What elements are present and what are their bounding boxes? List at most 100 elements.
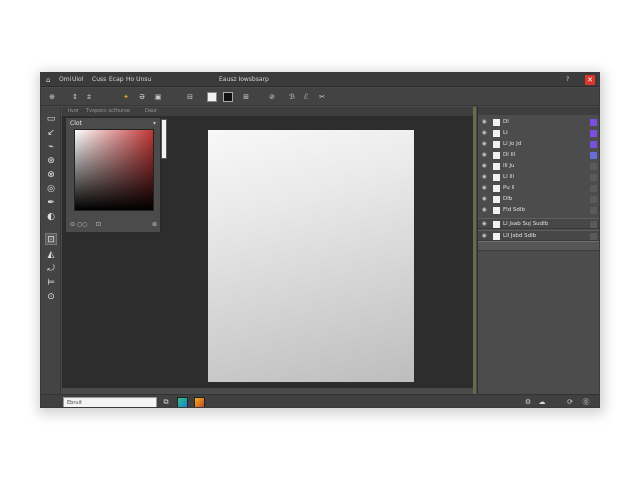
hue-slider[interactable] xyxy=(161,119,167,159)
layer-name: Fld Sdlb xyxy=(503,207,525,213)
visibility-eye-icon[interactable]: ◉ xyxy=(482,128,487,139)
chevron-down-icon[interactable]: ▾ xyxy=(153,120,156,127)
gradient-tool-icon[interactable]: ◭ xyxy=(45,249,57,261)
menu-item[interactable]: Cuss xyxy=(92,76,106,84)
visibility-eye-icon[interactable]: ◉ xyxy=(482,139,487,150)
visibility-eye-icon[interactable]: ◉ xyxy=(482,205,487,216)
stamp-tool-icon[interactable]: ⊛ xyxy=(45,155,57,167)
tab-document[interactable]: Tvopocc scthurse xyxy=(86,108,130,114)
layer-name: Ll Jsab Suj Sudlb xyxy=(503,221,549,227)
help-menu-icon[interactable]: ? xyxy=(566,76,569,84)
layer-color-tag xyxy=(590,207,597,214)
frame-icon[interactable]: ▣ xyxy=(153,91,163,103)
align-icon[interactable]: ⊟ xyxy=(185,91,195,103)
visibility-eye-icon[interactable]: ◉ xyxy=(482,150,487,161)
pen-tool-icon[interactable]: ✒ xyxy=(45,197,57,209)
visibility-eye-icon[interactable]: ◉ xyxy=(482,194,487,205)
layer-row[interactable]: ◉ Ll Ill xyxy=(478,172,599,183)
layer-thumbnail xyxy=(493,130,500,137)
settings-icon[interactable]: ⚙ xyxy=(523,397,533,407)
layer-name: Ll Ill xyxy=(503,174,515,180)
status-bar: Ebruit ⧉ ⚙ ☁ ⟳ ⓪ xyxy=(41,394,599,407)
layer-row[interactable]: ◉ Ll Jo Jd xyxy=(478,139,599,150)
app-icon[interactable]: ⌂ xyxy=(46,76,50,84)
layer-thumbnail xyxy=(493,196,500,203)
options-bar: ⊕ ↕ ⩲ ✦ Ə ▣ ⊟ ⊞ ⊘ ℬ ℰ ✂ xyxy=(41,88,599,106)
tab-document[interactable]: Iivor xyxy=(68,108,79,114)
cut-icon[interactable]: ✂ xyxy=(317,91,327,103)
move-tool-icon[interactable]: ⊕ xyxy=(46,91,58,103)
layer-row[interactable]: ◉ Ill Ju xyxy=(478,161,599,172)
layer-row[interactable]: ◉ Fld Sdlb xyxy=(478,205,599,216)
visibility-eye-icon[interactable]: ◉ xyxy=(482,183,487,194)
visibility-eye-icon[interactable]: ◉ xyxy=(482,161,487,172)
layer-row[interactable]: ◉ Dl xyxy=(478,117,599,128)
layer-toggle-icon[interactable]: ℰ xyxy=(301,91,311,103)
layer-row[interactable]: ◉ Dl Ill xyxy=(478,150,599,161)
swap-icon[interactable]: ⊡ xyxy=(96,221,101,228)
layer-row[interactable]: ◉ Pu ll xyxy=(478,183,599,194)
visibility-eye-icon[interactable]: ◉ xyxy=(482,172,487,183)
color-picker-field[interactable] xyxy=(74,129,154,211)
layer-name: Ill Ju xyxy=(503,163,515,169)
visibility-eye-icon[interactable]: ◉ xyxy=(482,117,487,128)
app-launcher-orange-icon[interactable] xyxy=(194,397,205,407)
status-input-field[interactable]: Ebruit xyxy=(63,397,157,407)
layers-panel: ◉ Dl ◉ Ll ◉ Ll Jo Jd ◉ Dl Ill ◉ Ill Ju ◉ Ll Ill ◉ Pu … xyxy=(477,107,599,394)
layer-thumbnail xyxy=(493,233,500,240)
panel-divider[interactable] xyxy=(478,241,599,251)
blur-tool-icon[interactable]: ◎ xyxy=(45,183,57,195)
layer-color-tag xyxy=(590,130,597,137)
menu-item[interactable]: Ho Unsu xyxy=(126,76,151,84)
layer-thumbnail xyxy=(493,152,500,159)
close-button[interactable]: ✕ xyxy=(585,75,595,85)
layer-color-tag xyxy=(590,233,597,240)
history-tool-icon[interactable]: ⊗ xyxy=(45,169,57,181)
layer-row[interactable]: ◉ Ll xyxy=(478,128,599,139)
menu-item[interactable]: Omi xyxy=(59,76,71,84)
layer-group-row[interactable]: ◉ Ll Jsab Suj Sudlb xyxy=(478,218,599,230)
background-swatch[interactable] xyxy=(223,92,233,102)
layer-name: Pu ll xyxy=(503,185,515,191)
text-tool-icon[interactable]: Ə xyxy=(137,91,147,103)
cloud-icon[interactable]: ☁ xyxy=(537,397,547,407)
layer-color-tag xyxy=(590,152,597,159)
menu-item[interactable]: Ecap xyxy=(109,76,124,84)
tool-strip: ▭ ↙ ⌁ ⊛ ⊗ ◎ ✒ ◐ ⊡ ◭ ⤾ ⊨ ⊙ xyxy=(41,107,61,394)
visibility-eye-icon[interactable]: ◉ xyxy=(482,219,487,230)
vertical-ruler xyxy=(473,107,476,394)
color-panel-title: Clot xyxy=(70,120,82,127)
marquee-tool-icon[interactable]: ▭ xyxy=(45,113,57,125)
help-icon[interactable]: ⓪ xyxy=(581,397,591,407)
menu-item[interactable]: Uiol xyxy=(72,76,83,84)
settings-icon[interactable]: ⊛ xyxy=(152,221,157,228)
star-icon[interactable]: ✦ xyxy=(121,91,131,103)
refresh-icon[interactable]: ⟳ xyxy=(565,397,575,407)
layer-group-row[interactable]: ◉ Lll Jsbd Sdlb xyxy=(478,230,599,241)
crop-tool-icon[interactable]: ⊡ xyxy=(45,233,57,245)
layer-thumbnail xyxy=(493,119,500,126)
window-icon[interactable]: ⧉ xyxy=(161,397,171,407)
chain-icon[interactable]: ℬ xyxy=(287,91,297,103)
layer-color-tag xyxy=(590,221,597,228)
foreground-swatch[interactable] xyxy=(207,92,217,102)
layer-row[interactable]: ◉ Dlb xyxy=(478,194,599,205)
stack-icon[interactable]: ⊞ xyxy=(241,91,251,103)
dodge-tool-icon[interactable]: ◐ xyxy=(45,211,57,223)
link-icon[interactable]: ⊘ xyxy=(267,91,277,103)
zoom-tool-icon[interactable]: ⊨ xyxy=(45,277,57,289)
layer-thumbnail xyxy=(493,207,500,214)
brush-option-icon[interactable]: ⩲ xyxy=(84,91,94,103)
rotate-tool-icon[interactable]: ⊙ xyxy=(45,291,57,303)
eyedropper-icon[interactable]: ⊙ ○○ xyxy=(70,221,87,228)
lasso-tool-icon[interactable]: ↙ xyxy=(45,127,57,139)
layer-name: Ll xyxy=(503,130,508,136)
brush-tool-icon[interactable]: ⌁ xyxy=(45,141,57,153)
hand-tool-icon[interactable]: ⤾ xyxy=(45,263,57,275)
layer-name: Dlb xyxy=(503,196,513,202)
tab-document[interactable]: Daur xyxy=(145,108,157,114)
document-tabs: Iivor Tvopocc scthurse Daur xyxy=(62,107,473,116)
app-launcher-green-icon[interactable] xyxy=(177,397,188,407)
artboard[interactable] xyxy=(208,130,414,382)
path-icon[interactable]: ↕ xyxy=(70,91,80,103)
